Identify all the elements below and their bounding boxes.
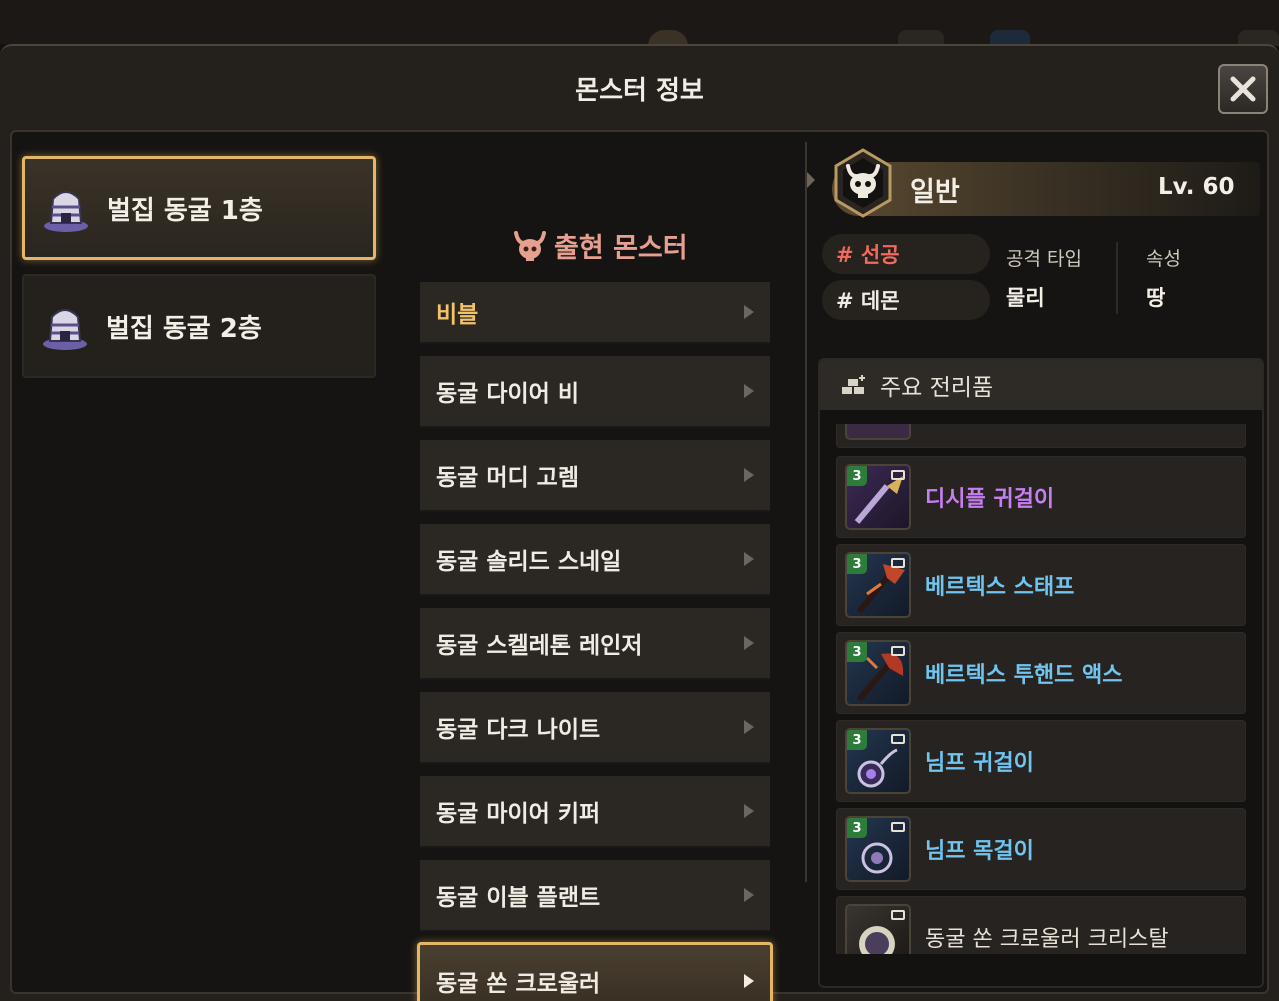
floor-label: 벌집 동굴 2층 [106, 313, 262, 344]
loot-item-partial[interactable] [836, 424, 1246, 448]
monster-label: 동굴 쏜 크로울러 [436, 971, 601, 997]
monster-item[interactable]: 동굴 스켈레톤 레인저 [420, 608, 770, 680]
item-name: 베르텍스 스태프 [925, 575, 1075, 600]
loot-item[interactable]: 동굴 쏜 크로울러 크리스탈 [836, 896, 1246, 954]
monster-label: 동굴 스켈레톤 레인저 [436, 633, 643, 659]
equip-mark-icon [891, 646, 905, 656]
equip-mark-icon [891, 558, 905, 568]
loot-header: 주요 전리품 [820, 360, 1262, 410]
attack-type-value: 물리 [1006, 286, 1045, 310]
tier-badge: 3 [847, 818, 867, 838]
element-label: 속성 [1146, 248, 1181, 270]
tier-badge: 3 [847, 466, 867, 486]
tier-badge: 3 [847, 730, 867, 750]
window-title: 몬스터 정보 [575, 76, 704, 106]
monster-label: 동굴 솔리드 스네일 [436, 549, 622, 575]
monster-label: 동굴 다이어 비 [436, 381, 579, 407]
loot-item[interactable]: 3 디시플 귀걸이 [836, 456, 1246, 538]
stat-divider [1116, 242, 1118, 314]
item-icon [845, 424, 911, 440]
gold-bars-icon [842, 375, 865, 394]
floor-item-2[interactable]: 벌집 동굴 2층 [22, 274, 376, 378]
element-value: 땅 [1146, 286, 1166, 310]
hive-icon [43, 309, 87, 350]
monster-item[interactable]: 동굴 다이어 비 [420, 356, 770, 428]
background-strip [0, 0, 1279, 46]
necklace-icon: 3 [845, 816, 911, 882]
hive-icon [44, 191, 88, 232]
monster-item[interactable]: 비블 [420, 282, 770, 344]
skull-badge-icon [834, 148, 892, 218]
monster-item[interactable]: 동굴 마이어 키퍼 [420, 776, 770, 848]
monster-label: 동굴 이블 플랜트 [436, 885, 601, 911]
item-name: 디시플 귀걸이 [925, 487, 1055, 512]
divider-pointer [807, 172, 815, 188]
appearing-monsters-header: 출현 몬스터 [512, 226, 688, 265]
tier-badge: 3 [847, 554, 867, 574]
monster-grade: 일반 [910, 177, 960, 208]
appearing-monsters-title: 출현 몬스터 [554, 233, 688, 264]
close-icon [1230, 76, 1256, 102]
monster-label: 동굴 머디 고렘 [436, 465, 579, 491]
demon-skull-icon [514, 230, 546, 261]
crystal-icon [845, 904, 911, 954]
monster-item-selected[interactable]: 동굴 쏜 크로울러 [417, 942, 773, 1001]
item-name: 베르텍스 투핸드 액스 [925, 663, 1123, 688]
loot-item[interactable]: 3 님프 귀걸이 [836, 720, 1246, 802]
earring-icon: 3 [845, 728, 911, 794]
loot-item[interactable]: 3 베르텍스 스태프 [836, 544, 1246, 626]
axe-icon: 3 [845, 640, 911, 706]
monster-item[interactable]: 동굴 머디 고렘 [420, 440, 770, 512]
loot-item[interactable]: 3 베르텍스 투핸드 액스 [836, 632, 1246, 714]
floor-label: 벌집 동굴 1층 [107, 195, 263, 226]
content-panel: 벌집 동굴 1층 벌집 동굴 2층 출현 몬스터 비블 동굴 다이어 비 동굴 … [10, 130, 1269, 1001]
arrow-right-icon [744, 888, 754, 902]
arrow-right-icon [744, 804, 754, 818]
arrow-right-icon [744, 305, 754, 319]
monster-item[interactable]: 동굴 다크 나이트 [420, 692, 770, 764]
column-divider [805, 142, 807, 882]
monster-item[interactable]: 동굴 이블 플랜트 [420, 860, 770, 932]
earring-icon: 3 [845, 464, 911, 530]
equip-mark-icon [891, 910, 905, 920]
loot-header-title: 주요 전리품 [880, 375, 994, 401]
equip-mark-icon [891, 470, 905, 480]
item-name: 님프 목걸이 [925, 839, 1034, 864]
monster-label: 비블 [436, 302, 479, 328]
loot-list[interactable]: 3 디시플 귀걸이 3 베르텍스 스태프 3 베르텍스 투핸드 액스 3 님프 … [820, 424, 1262, 954]
monster-item[interactable]: 동굴 솔리드 스네일 [420, 524, 770, 596]
arrow-right-icon [744, 720, 754, 734]
floor-item-1[interactable]: 벌집 동굴 1층 [22, 156, 376, 260]
equip-mark-icon [891, 822, 905, 832]
close-button[interactable] [1218, 64, 1268, 114]
loot-panel: 주요 전리품 3 디시플 귀걸이 3 베르텍스 스태프 3 베르텍스 투핸드 액… [818, 358, 1264, 988]
arrow-right-icon [744, 636, 754, 650]
arrow-right-icon [744, 974, 754, 988]
item-name: 동굴 쏜 크로울러 크리스탈 [925, 927, 1169, 952]
monster-level: Lv. 60 [1158, 174, 1235, 200]
arrow-right-icon [744, 384, 754, 398]
tier-badge: 3 [847, 642, 867, 662]
tag-aggressive: # 선공 [822, 234, 990, 274]
tag-demon: # 데몬 [822, 280, 990, 320]
monster-label: 동굴 다크 나이트 [436, 717, 601, 743]
loot-item[interactable]: 3 님프 목걸이 [836, 808, 1246, 890]
monster-label: 동굴 마이어 키퍼 [436, 801, 601, 827]
staff-icon: 3 [845, 552, 911, 618]
monster-info-window: 몬스터 정보 벌집 동굴 1층 벌집 동굴 2층 출현 몬스터 비블 동굴 다이… [0, 44, 1279, 1001]
attack-type-label: 공격 타입 [1006, 248, 1082, 270]
arrow-right-icon [744, 552, 754, 566]
arrow-right-icon [744, 468, 754, 482]
item-name: 님프 귀걸이 [925, 751, 1034, 776]
equip-mark-icon [891, 734, 905, 744]
